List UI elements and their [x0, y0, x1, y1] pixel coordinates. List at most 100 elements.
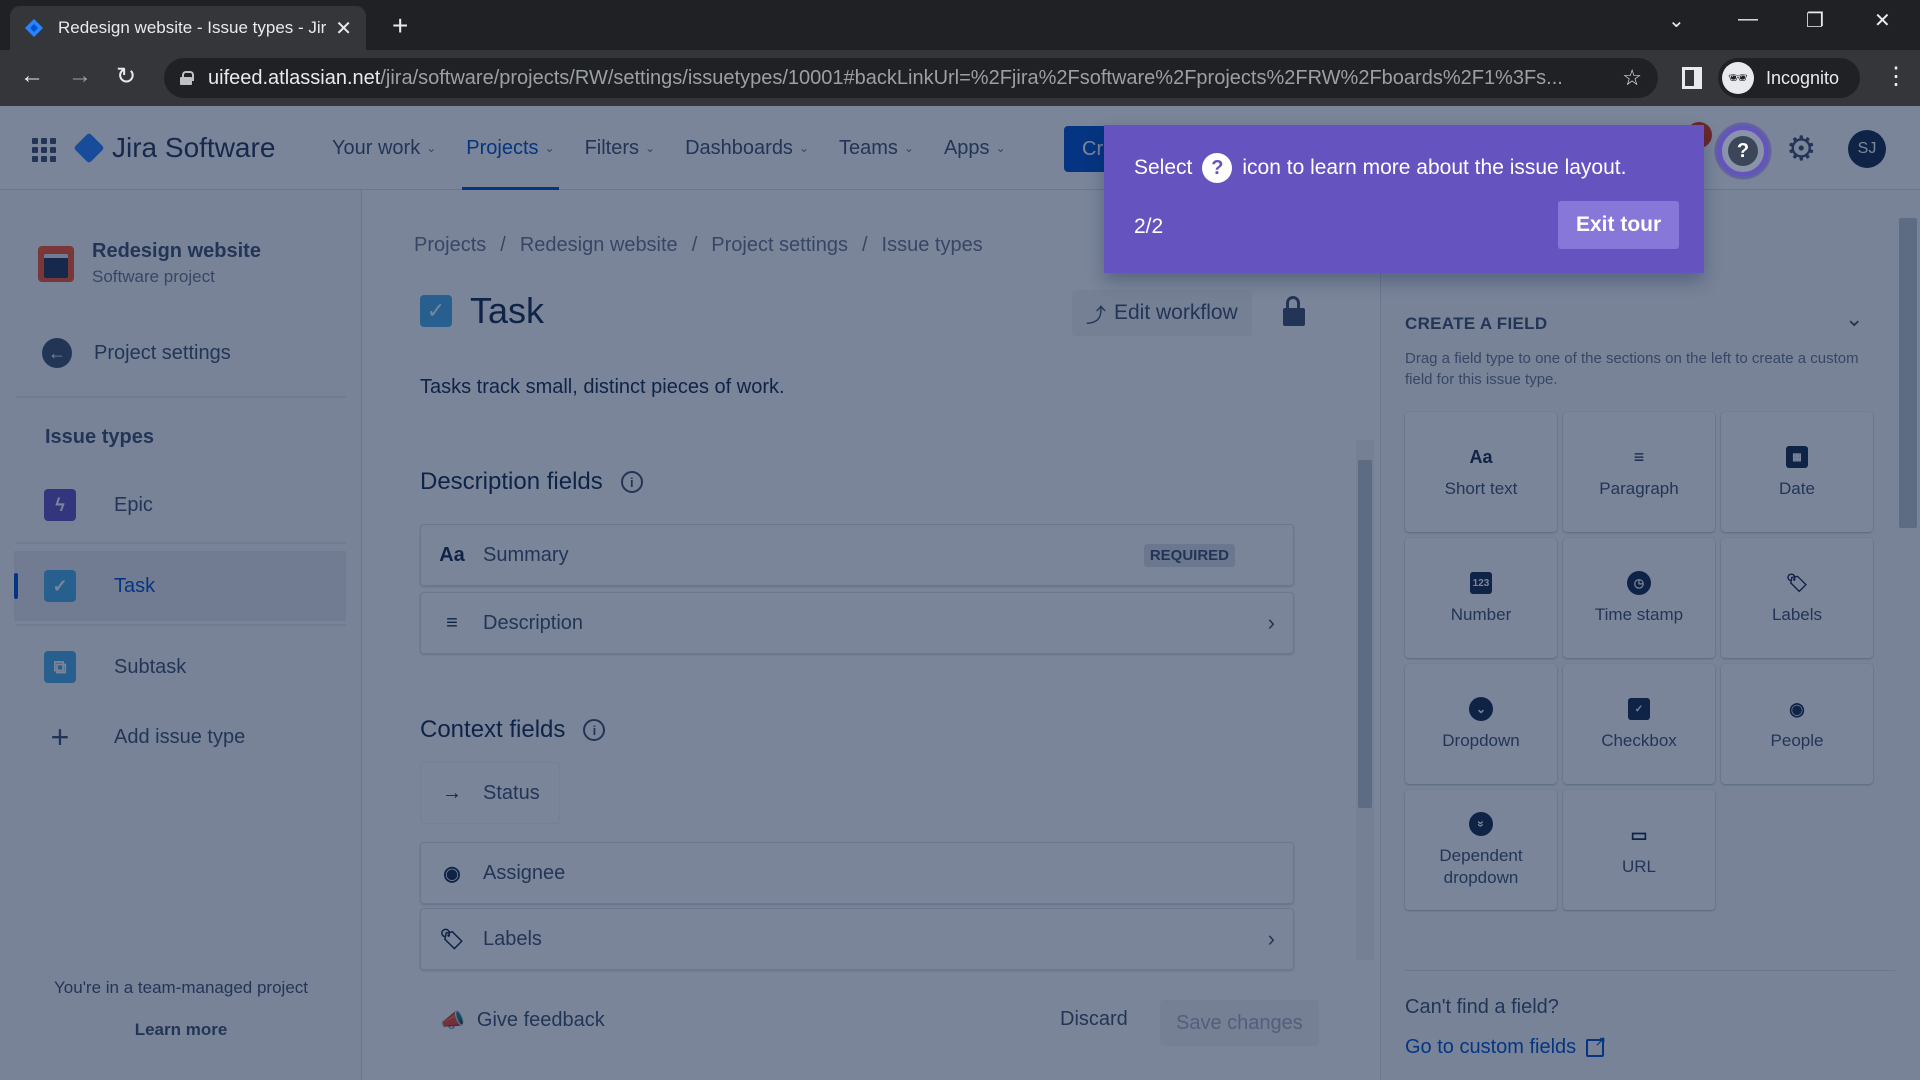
field-type-people[interactable]: ◉ People — [1721, 664, 1873, 784]
nav-teams[interactable]: Teams ⌄ — [831, 106, 922, 190]
breadcrumb-projects[interactable]: Projects — [414, 234, 486, 257]
browser-menu-icon[interactable]: ⋮ — [1884, 62, 1908, 91]
lock-icon[interactable] — [180, 71, 194, 85]
field-type-labels[interactable]: 🏷 Labels — [1721, 538, 1873, 658]
short-text-icon: Aa — [1469, 446, 1493, 467]
team-managed-note: You're in a team-managed project — [54, 978, 308, 997]
give-feedback-button[interactable]: 📣 Give feedback — [440, 1008, 605, 1033]
side-panel-icon[interactable] — [1682, 67, 1702, 89]
minimize-icon[interactable]: — — [1738, 8, 1758, 31]
nav-label: Dashboards — [685, 136, 793, 159]
field-type-checkbox[interactable]: ✓ Checkbox — [1563, 664, 1715, 784]
breadcrumb-issue-types[interactable]: Issue types — [882, 234, 983, 257]
create-field-heading: CREATE A FIELD — [1405, 314, 1548, 333]
main-scrollbar-thumb[interactable] — [1358, 460, 1372, 808]
breadcrumb-project[interactable]: Redesign website — [520, 234, 678, 257]
person-icon: ◉ — [1789, 698, 1805, 719]
nav-filters[interactable]: Filters ⌄ — [577, 106, 664, 190]
add-issue-type-button[interactable]: + Add issue type — [14, 702, 346, 772]
unlock-icon[interactable] — [1280, 294, 1308, 330]
browser-toolbar: ← → ↻ uifeed.atlassian.net/jira/software… — [0, 50, 1920, 106]
primary-nav: Your work ⌄ Projects ⌄ Filters ⌄ Dashboards… — [324, 106, 1028, 190]
field-assignee[interactable]: ◉ Assignee — [420, 842, 1294, 904]
field-type-time-stamp[interactable]: ◷ Time stamp — [1563, 538, 1715, 658]
help-icon: ? — [1728, 136, 1758, 166]
back-icon[interactable]: ← — [20, 62, 44, 90]
project-sidebar: Redesign website Software project ← Proj… — [0, 190, 362, 1080]
settings-gear-icon[interactable]: ⚙ — [1786, 132, 1816, 166]
paragraph-icon: ≡ — [446, 611, 458, 634]
field-summary[interactable]: Aa Summary REQUIRED — [420, 524, 1294, 586]
info-icon[interactable]: i — [620, 471, 643, 493]
issue-type-description[interactable]: Tasks track small, distinct pieces of wo… — [420, 376, 785, 399]
save-changes-button[interactable]: Save changes — [1160, 1000, 1319, 1046]
window-close-icon[interactable]: ✕ — [1874, 8, 1891, 33]
project-type: Software project — [92, 267, 215, 286]
chevron-down-icon[interactable]: ⌄ — [1845, 306, 1863, 332]
field-description[interactable]: ≡ Description › — [420, 592, 1294, 654]
field-type-number[interactable]: 123 Number — [1405, 538, 1557, 658]
field-type-paragraph[interactable]: ≡ Paragraph — [1563, 412, 1715, 532]
plus-icon: + — [50, 718, 70, 755]
clock-icon: ◷ — [1626, 570, 1652, 596]
chevron-right-icon[interactable]: › — [1268, 610, 1275, 636]
field-type-dependent-dropdown[interactable]: » Dependent dropdown — [1405, 790, 1557, 910]
task-checkbox-icon: ✓ — [44, 570, 76, 602]
edit-workflow-button[interactable]: ⤴ Edit workflow — [1072, 290, 1252, 336]
workflow-icon: ⤴ — [1086, 304, 1106, 327]
url-text[interactable]: uifeed.atlassian.net/jira/software/proje… — [208, 67, 1612, 90]
forward-icon[interactable]: → — [68, 62, 92, 90]
restore-icon[interactable]: ❐ — [1806, 8, 1824, 33]
breadcrumb-project-settings[interactable]: Project settings — [711, 234, 848, 257]
spotlight-help-button[interactable]: ? — [1718, 126, 1768, 176]
tab-list-icon[interactable]: ⌄ — [1668, 8, 1685, 33]
field-type-label: Paragraph — [1599, 479, 1679, 498]
address-bar[interactable]: uifeed.atlassian.net/jira/software/proje… — [164, 58, 1658, 98]
nav-your-work[interactable]: Your work ⌄ — [324, 106, 444, 190]
learn-more-link[interactable]: Learn more — [0, 1020, 362, 1040]
number-glyph: 123 — [1470, 572, 1492, 594]
chevron-right-icon[interactable]: › — [1268, 926, 1275, 952]
discard-button[interactable]: Discard — [1060, 1008, 1128, 1031]
tab-close-icon[interactable]: ✕ — [335, 16, 352, 41]
jira-logo[interactable]: Jira Software — [73, 132, 275, 164]
tour-text-after: icon to learn more about the issue layou… — [1242, 156, 1627, 179]
browser-tab-strip: Redesign website - Issue types - Jira ✕ … — [0, 0, 1920, 50]
field-type-grid: Aa Short text ≡ Paragraph ▦ Date 123 Number … — [1405, 412, 1873, 910]
field-type-dropdown[interactable]: ⌄ Dropdown — [1405, 664, 1557, 784]
new-tab-button[interactable]: + — [392, 10, 408, 42]
panel-scrollbar[interactable] — [1899, 218, 1917, 528]
info-icon[interactable]: i — [583, 719, 606, 741]
sidebar-divider — [16, 624, 346, 626]
sidebar-item-epic[interactable]: ϟ Epic — [14, 470, 346, 540]
breadcrumb-separator: / — [500, 234, 506, 256]
custom-fields-link[interactable]: Go to custom fields — [1405, 1033, 1606, 1059]
chevron-down-icon: ⌄ — [645, 141, 656, 155]
back-to-project-settings[interactable]: ← Project settings — [42, 338, 231, 368]
sidebar-item-task[interactable]: ✓ Task — [14, 551, 346, 621]
checkbox-icon: ✓ — [1626, 696, 1652, 722]
nav-dashboards[interactable]: Dashboards ⌄ — [677, 106, 817, 190]
page-title[interactable]: Task — [470, 290, 544, 332]
field-type-short-text[interactable]: Aa Short text — [1405, 412, 1557, 532]
field-type-url[interactable]: ▭ URL — [1563, 790, 1715, 910]
incognito-indicator[interactable]: 🕶 Incognito — [1718, 58, 1860, 98]
app-switcher-icon[interactable] — [32, 138, 56, 162]
project-header[interactable]: Redesign website Software project — [38, 240, 261, 287]
megaphone-icon: 📣 — [440, 1010, 465, 1032]
field-labels[interactable]: 🏷 Labels › — [420, 908, 1294, 970]
nav-apps[interactable]: Apps ⌄ — [936, 106, 1014, 190]
exit-tour-button[interactable]: Exit tour — [1558, 201, 1680, 249]
reload-icon[interactable]: ↻ — [116, 62, 136, 91]
bookmark-star-icon[interactable]: ☆ — [1622, 65, 1642, 91]
browser-tab[interactable]: Redesign website - Issue types - Jira ✕ — [10, 6, 366, 50]
add-issue-type-label: Add issue type — [114, 725, 246, 748]
back-link-label: Project settings — [94, 341, 231, 364]
field-label: Assignee — [483, 861, 566, 884]
nav-projects[interactable]: Projects ⌄ — [458, 106, 562, 190]
sidebar-item-subtask[interactable]: ⧉ Subtask — [14, 632, 346, 702]
field-type-date[interactable]: ▦ Date — [1721, 412, 1873, 532]
user-avatar[interactable]: SJ — [1848, 130, 1886, 168]
field-status[interactable]: → Status — [420, 762, 560, 824]
custom-fields-label: Go to custom fields — [1405, 1036, 1577, 1058]
